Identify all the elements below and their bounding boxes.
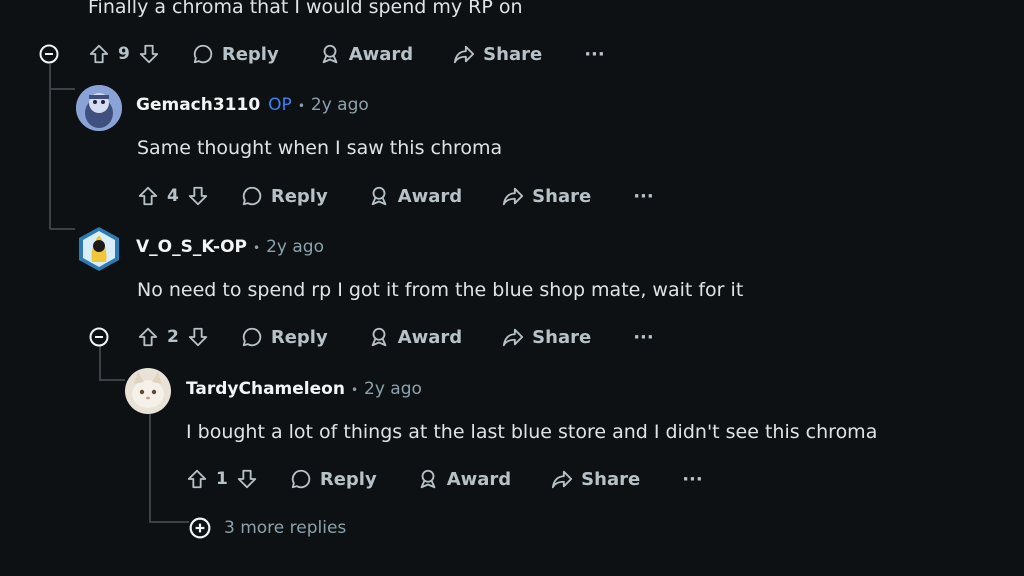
award-icon [371, 186, 387, 206]
downvote-icon[interactable] [138, 43, 160, 65]
upvote-icon[interactable] [137, 326, 159, 348]
share-icon [503, 328, 524, 347]
comment-text: I bought a lot of things at the last blu… [186, 421, 878, 443]
more-options-button[interactable]: ··· [633, 186, 654, 207]
award-icon [420, 469, 436, 489]
timestamp[interactable]: 2y ago [266, 237, 324, 257]
vote-count: 2 [167, 327, 179, 347]
share-button[interactable]: Share [502, 326, 591, 348]
thread-line-curve [49, 228, 75, 230]
thread-line-curve [149, 521, 189, 523]
vote-control: 4 [137, 185, 209, 207]
separator-dot: • [253, 241, 261, 255]
upvote-icon[interactable] [88, 43, 110, 65]
comment-bubble-icon [242, 327, 262, 347]
share-label: Share [483, 43, 543, 65]
reply-label: Reply [270, 185, 328, 207]
thread-line [99, 346, 101, 380]
share-icon [552, 470, 573, 489]
comment-bubble-icon [291, 469, 311, 489]
more-options-icon: ··· [633, 326, 654, 348]
share-label: Share [532, 326, 592, 348]
more-options-icon: ··· [682, 468, 703, 490]
thread-line [149, 412, 151, 522]
award-button[interactable]: Award [368, 326, 462, 348]
award-label: Award [446, 468, 512, 490]
share-button[interactable]: Share [551, 468, 640, 490]
upvote-icon[interactable] [186, 468, 208, 490]
op-badge: OP [268, 95, 292, 115]
award-button[interactable]: Award [417, 468, 511, 490]
share-icon [503, 187, 524, 206]
award-label: Award [397, 185, 463, 207]
comment-action-bar: 2 Reply Award Share ··· [137, 322, 654, 352]
avatar[interactable] [76, 226, 122, 272]
comment-action-bar: 4 Reply Award Share ··· [137, 181, 654, 211]
reply-button[interactable]: Reply [241, 185, 328, 207]
more-options-button[interactable]: ··· [633, 327, 654, 348]
share-icon [454, 45, 475, 64]
comment-header: V_O_S_K-OP • 2y ago [136, 237, 324, 257]
award-button[interactable]: Award [319, 43, 413, 65]
timestamp[interactable]: 2y ago [311, 95, 369, 115]
more-options-icon: ··· [584, 43, 605, 65]
collapse-thread-icon[interactable] [39, 44, 59, 64]
downvote-icon[interactable] [187, 326, 209, 348]
username[interactable]: Gemach3110 [136, 95, 260, 115]
reply-label: Reply [319, 468, 377, 490]
avatar[interactable] [125, 368, 171, 414]
award-icon [322, 44, 338, 64]
avatar[interactable] [76, 85, 122, 131]
separator-dot: • [350, 383, 359, 397]
share-label: Share [581, 468, 641, 490]
username[interactable]: V_O_S_K-OP [136, 237, 247, 257]
comment-text: Same thought when I saw this chroma [137, 137, 503, 159]
expand-plus-icon [189, 517, 211, 539]
reply-label: Reply [221, 43, 279, 65]
more-replies-button[interactable]: 3 more replies [189, 517, 346, 539]
comment-bubble-icon [242, 186, 262, 206]
reply-button[interactable]: Reply [241, 326, 328, 348]
parent-action-bar: 9 Reply Award Share ··· [88, 39, 605, 69]
more-options-button[interactable]: ··· [584, 44, 605, 65]
vote-control: 2 [137, 326, 209, 348]
user-avatar-icon [79, 227, 119, 271]
downvote-icon[interactable] [236, 468, 258, 490]
vote-count: 9 [118, 44, 130, 64]
upvote-icon[interactable] [137, 185, 159, 207]
vote-control: 9 [88, 43, 160, 65]
collapse-thread-icon[interactable] [89, 327, 109, 347]
award-button[interactable]: Award [368, 185, 462, 207]
comment-header: Gemach3110 OP • 2y ago [136, 95, 369, 115]
share-button[interactable]: Share [502, 185, 591, 207]
thread-line-curve [49, 88, 75, 90]
award-label: Award [348, 43, 414, 65]
more-options-icon: ··· [633, 185, 654, 207]
separator-dot: • [297, 99, 305, 113]
reply-label: Reply [270, 326, 328, 348]
share-label: Share [532, 185, 592, 207]
parent-comment-text: Finally a chroma that I would spend my R… [88, 0, 523, 18]
vote-count: 4 [167, 186, 179, 206]
thread-line-curve [99, 379, 125, 381]
award-icon [371, 327, 387, 347]
comment-action-bar: 1 Reply Award Share ··· [186, 464, 703, 494]
more-options-button[interactable]: ··· [682, 469, 703, 490]
username[interactable]: TardyChameleon [186, 379, 345, 399]
comment-text: No need to spend rp I got it from the bl… [137, 279, 744, 301]
vote-control: 1 [186, 468, 258, 490]
timestamp[interactable]: 2y ago [364, 379, 422, 399]
comment-bubble-icon [193, 44, 213, 64]
more-replies-label: 3 more replies [224, 518, 347, 538]
user-avatar-icon [125, 368, 171, 414]
downvote-icon[interactable] [187, 185, 209, 207]
reply-button[interactable]: Reply [290, 468, 377, 490]
comment-header: TardyChameleon • 2y ago [186, 379, 422, 399]
reply-button[interactable]: Reply [192, 43, 279, 65]
user-avatar-icon [76, 85, 122, 131]
vote-count: 1 [216, 469, 228, 489]
share-button[interactable]: Share [453, 43, 542, 65]
award-label: Award [397, 326, 463, 348]
